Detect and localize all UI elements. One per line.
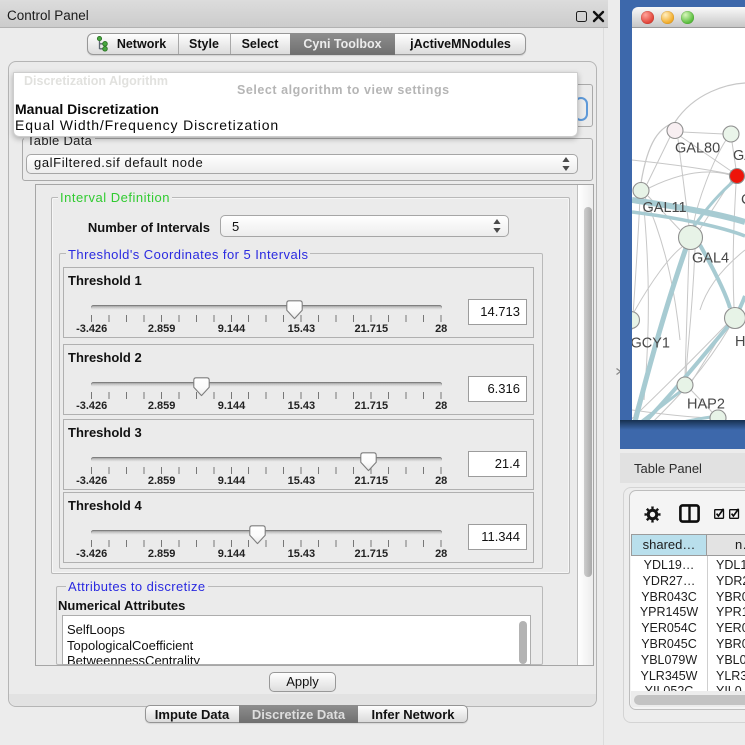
svg-text:GAL80: GAL80 [675,141,720,157]
svg-text:HAP2: HAP2 [687,397,725,413]
svg-text:H: H [735,334,745,350]
svg-text:GA: GA [733,148,745,164]
svg-text:GAL4: GAL4 [692,251,729,267]
svg-text:GCY1: GCY1 [632,336,670,352]
svg-text:C: C [741,192,745,208]
svg-text:GAL11: GAL11 [643,200,687,216]
